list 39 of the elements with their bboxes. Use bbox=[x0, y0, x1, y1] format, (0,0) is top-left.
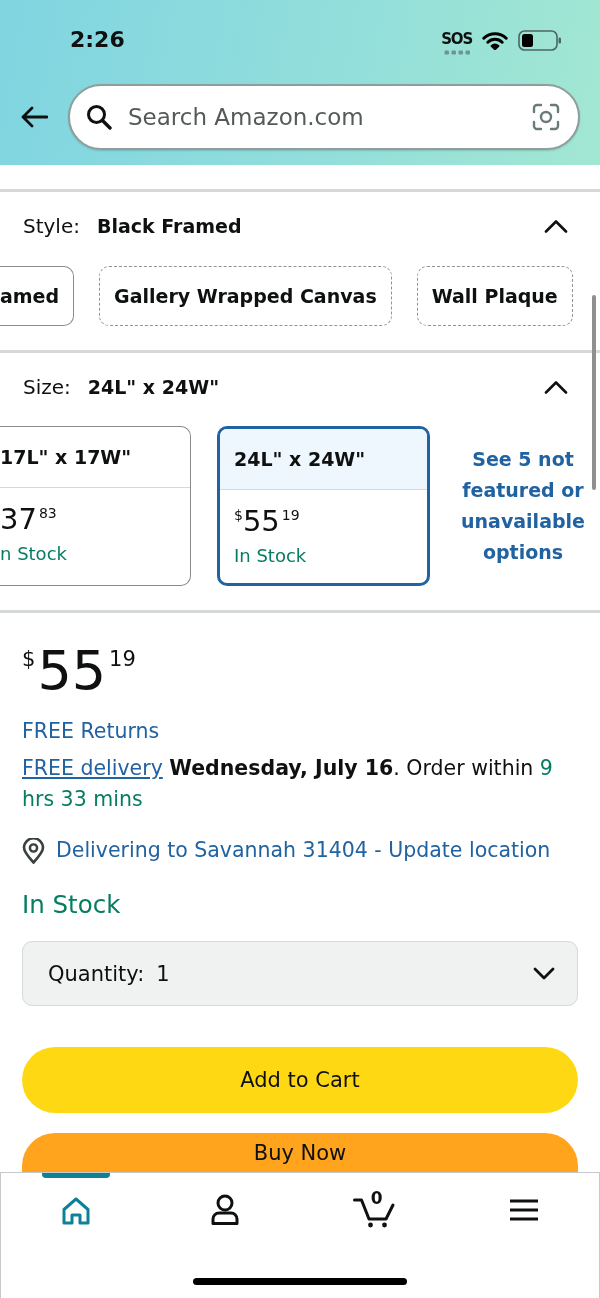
delivery-location-link[interactable]: Delivering to Savannah 31404 - Update location bbox=[56, 835, 551, 866]
stock-status: n Stock bbox=[0, 542, 67, 566]
style-option[interactable]: Wall Plaque bbox=[416, 266, 573, 326]
home-icon bbox=[60, 1197, 91, 1225]
search-bar[interactable]: Search Amazon.com bbox=[68, 84, 580, 150]
camera-lens-icon[interactable] bbox=[532, 103, 560, 131]
back-arrow-icon[interactable] bbox=[20, 106, 48, 128]
size-value: 24L" x 24W" bbox=[87, 375, 220, 400]
style-value: Black Framed bbox=[97, 214, 242, 239]
battery-icon bbox=[518, 29, 562, 51]
chevron-down-icon bbox=[533, 967, 555, 980]
style-option[interactable]: amed bbox=[0, 266, 75, 326]
chevron-up-icon[interactable] bbox=[544, 219, 568, 233]
chevron-up-icon[interactable] bbox=[544, 380, 568, 394]
person-icon bbox=[210, 1194, 241, 1226]
cart-tab[interactable]: 0 bbox=[340, 1173, 409, 1235]
style-option[interactable]: Gallery Wrapped Canvas bbox=[99, 266, 392, 326]
free-returns-link[interactable]: FREE Returns bbox=[22, 716, 160, 747]
stock-status: In Stock bbox=[234, 544, 307, 568]
cart-count: 0 bbox=[370, 1189, 383, 1208]
size-option-name: 24L" x 24W" bbox=[234, 447, 366, 472]
status-time: 2:26 bbox=[70, 27, 125, 53]
search-icon bbox=[86, 104, 112, 130]
style-label: Style: bbox=[23, 213, 80, 240]
buy-now-button[interactable]: Buy Now bbox=[22, 1133, 578, 1172]
size-label: Size: bbox=[23, 374, 71, 401]
signal-dots-icon bbox=[443, 50, 470, 55]
wifi-icon bbox=[482, 30, 508, 50]
add-to-cart-button[interactable]: Add to Cart bbox=[22, 1047, 578, 1113]
availability-status: In Stock bbox=[22, 889, 121, 921]
free-delivery-link[interactable]: FREE delivery bbox=[22, 756, 163, 780]
sos-indicator: SOS bbox=[441, 31, 472, 48]
size-option-name: 17L" x 17W" bbox=[0, 445, 132, 470]
location-pin-icon bbox=[22, 837, 45, 864]
search-field[interactable]: Search Amazon.com bbox=[128, 100, 516, 134]
quantity-dropdown[interactable]: Quantity: 1 bbox=[22, 941, 578, 1006]
more-options-link[interactable]: See 5 not featured or unavailable options bbox=[456, 444, 590, 568]
delivery-info: FREE delivery Wednesday, July 16. Order within 9 hrs 33 mins bbox=[22, 755, 554, 813]
menu-icon bbox=[509, 1199, 540, 1221]
